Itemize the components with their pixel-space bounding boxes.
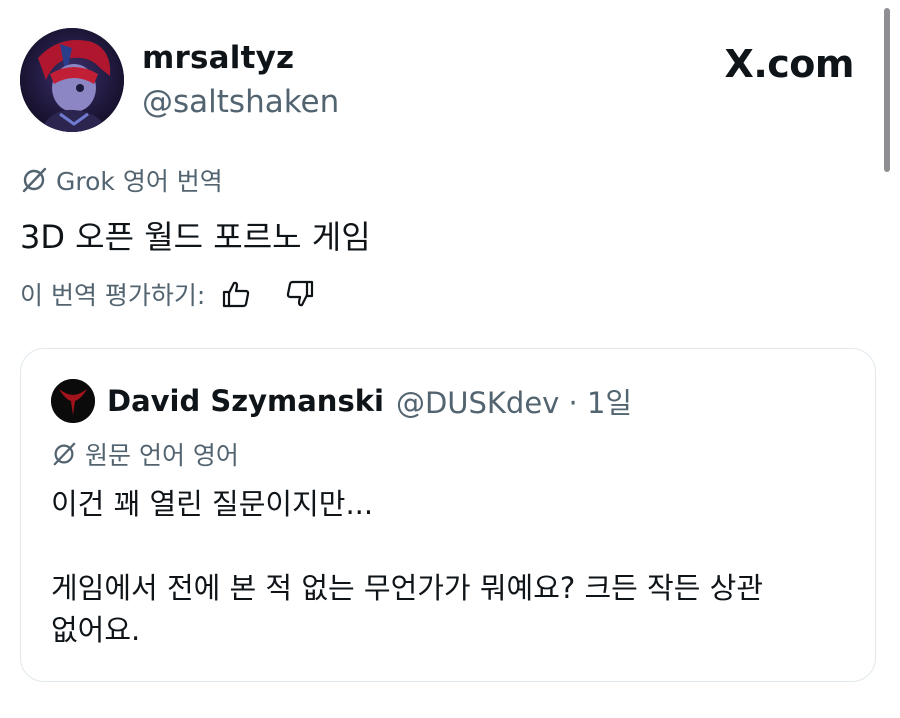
post-header: mrsaltyz @saltshaken X.com (20, 28, 860, 132)
x-logo: X.com (724, 42, 855, 86)
quoted-post-header: David Szymanski @DUSKdev · 1일 (51, 379, 632, 423)
translation-label: Grok 영어 번역 (20, 162, 223, 198)
quoted-post[interactable]: David Szymanski @DUSKdev · 1일 원문 언어 영어 이… (20, 348, 876, 682)
rate-prompt: 이 번역 평가하기: (20, 281, 206, 310)
quoted-handle-time[interactable]: @DUSKdev · 1일 (396, 380, 632, 422)
thumbs-up-icon (223, 281, 250, 308)
quoted-post-text: 이건 꽤 열린 질문이지만... 게임에서 전에 본 적 없는 무언가가 뭐예요… (51, 487, 763, 647)
thumbs-down-icon (287, 280, 314, 307)
thumbs-down-button[interactable] (283, 277, 317, 311)
rate-translation-row: 이 번역 평가하기: (20, 274, 317, 314)
grok-icon (53, 442, 76, 466)
thumbs-up-button[interactable] (219, 277, 253, 311)
translation-label-text: Grok 영어 번역 (56, 167, 223, 196)
quoted-avatar[interactable] (51, 379, 95, 423)
user-handle[interactable]: @saltshaken (142, 84, 339, 120)
quoted-language-text: 원문 언어 영어 (85, 441, 239, 470)
display-name[interactable]: mrsaltyz (142, 40, 294, 76)
grok-icon (22, 167, 47, 193)
quoted-display-name[interactable]: David Szymanski (107, 384, 384, 418)
avatar[interactable] (20, 28, 124, 132)
quoted-language-label: 원문 언어 영어 (51, 437, 239, 471)
scrollbar[interactable] (884, 8, 890, 172)
post-text: 3D 오픈 월드 포르노 게임 (20, 218, 371, 256)
